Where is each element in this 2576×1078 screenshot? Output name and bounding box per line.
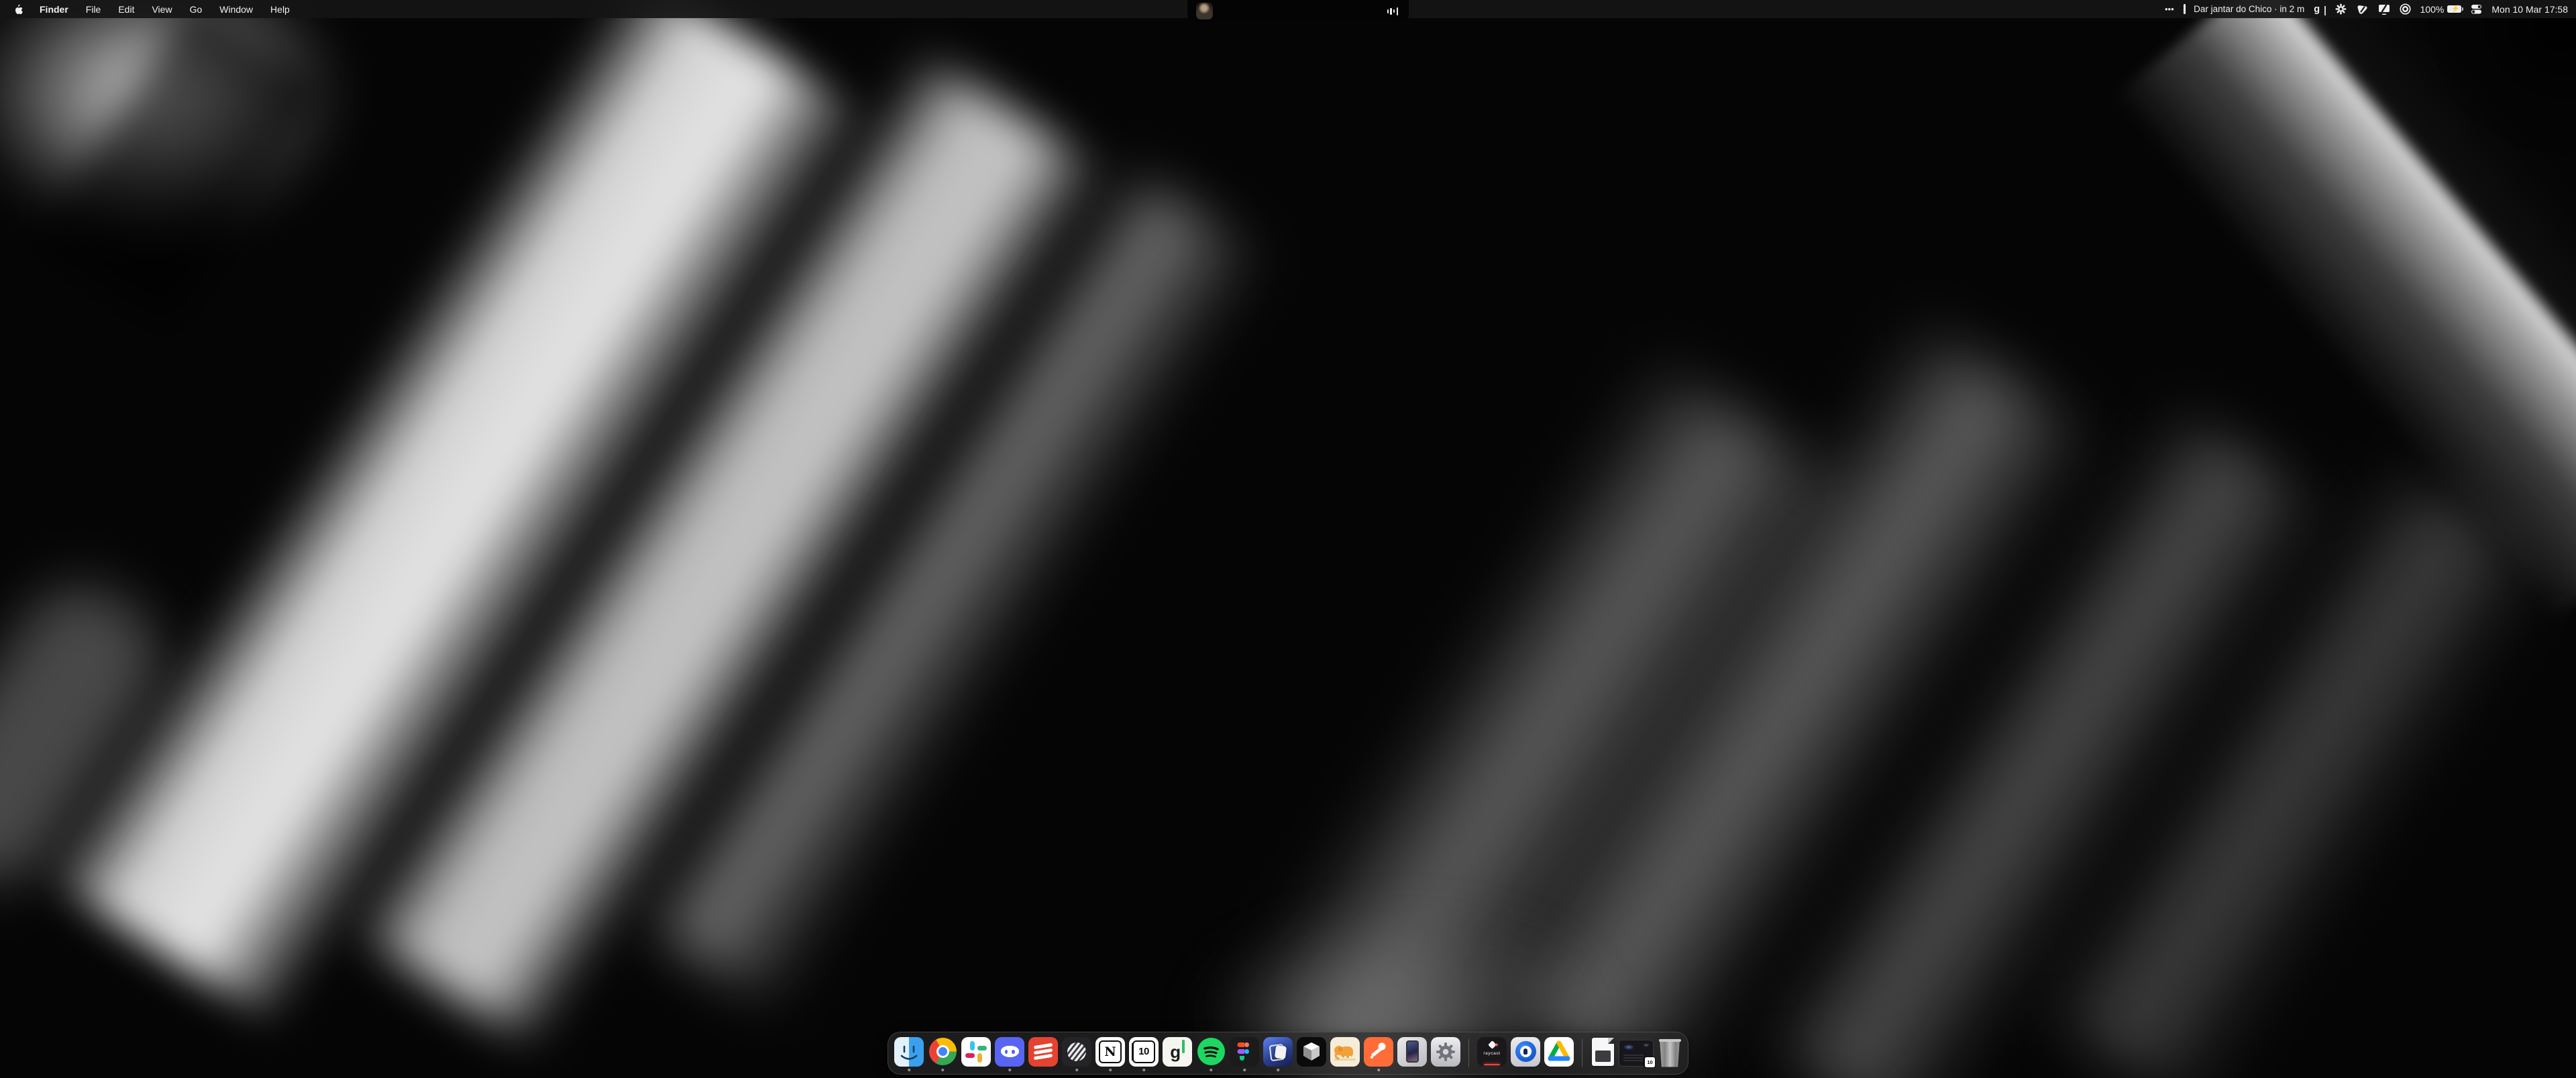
running-indicator — [1210, 1069, 1212, 1071]
onepassword-icon — [1511, 1037, 1540, 1067]
dock-item-notion[interactable]: N — [1095, 1035, 1125, 1072]
menu-go[interactable]: Go — [181, 0, 211, 18]
document-file-icon — [1592, 1038, 1614, 1066]
running-indicator — [908, 1069, 910, 1071]
audio-visualizer-icon — [1387, 0, 1398, 22]
calendar-event-item[interactable]: Dar jantar do Chico · in 2 m — [2184, 4, 2305, 14]
minimized-app-badge: 10 — [1644, 1057, 1656, 1068]
granola-glyph: g — [2314, 4, 2320, 15]
discord-icon — [995, 1037, 1024, 1067]
battery-status[interactable]: 100% ⚡ — [2420, 4, 2462, 15]
notion-calendar-icon: 10 — [1129, 1037, 1159, 1067]
system-settings-icon — [1431, 1037, 1460, 1067]
dock-item-postico[interactable] — [1330, 1035, 1360, 1072]
granola-cursor — [2324, 6, 2326, 15]
dock-item-trash[interactable] — [1658, 1035, 1682, 1072]
figma-icon — [1230, 1037, 1259, 1067]
dock-item-spotify[interactable] — [1196, 1035, 1226, 1072]
running-indicator — [1243, 1069, 1246, 1071]
menu-app-name[interactable]: Finder — [31, 0, 77, 18]
notch-widget[interactable] — [1187, 0, 1409, 22]
apple-icon — [13, 3, 23, 15]
menu-bar-status: ••• Dar jantar do Chico · in 2 m g 100% — [2165, 0, 2576, 18]
iphone-mirroring-icon — [1397, 1037, 1427, 1067]
chrome-icon — [928, 1037, 957, 1067]
postman-icon — [1364, 1037, 1393, 1067]
trash-icon — [1658, 1039, 1682, 1067]
notion-letter: N — [1099, 1040, 1122, 1063]
dock-item-notion-calendar[interactable]: 10 — [1129, 1035, 1159, 1072]
granola-cursor — [1182, 1040, 1185, 1053]
linear-icon — [1062, 1037, 1091, 1067]
burst-icon[interactable] — [2335, 3, 2347, 15]
dock: N 10 g — [888, 1032, 1688, 1075]
dock-item-linear[interactable] — [1062, 1035, 1091, 1072]
running-indicator — [1075, 1069, 1078, 1071]
dock-item-postman[interactable] — [1364, 1035, 1393, 1072]
flow-blob-icon[interactable] — [2356, 4, 2369, 15]
now-playing-album-art[interactable] — [1196, 3, 1213, 19]
postico-elephant-icon — [1330, 1037, 1360, 1067]
desktop: Finder File Edit View Go Window Help •••… — [0, 0, 2576, 1078]
dock-item-google-drive[interactable] — [1544, 1035, 1574, 1072]
dock-item-system-settings[interactable] — [1431, 1035, 1460, 1072]
finder-icon — [894, 1037, 924, 1067]
apple-menu[interactable] — [5, 0, 31, 18]
granola-icon: g — [1163, 1037, 1192, 1067]
blue-cards-app-icon — [1263, 1037, 1293, 1067]
menu-help[interactable]: Help — [262, 0, 299, 18]
slack-icon — [961, 1037, 991, 1067]
notion-icon: N — [1095, 1037, 1125, 1067]
dock-item-blue-cards-app[interactable] — [1263, 1035, 1293, 1072]
cube-3d-icon — [1297, 1037, 1326, 1067]
running-indicator — [1109, 1069, 1112, 1071]
running-indicator — [941, 1069, 944, 1071]
event-text: Dar jantar do Chico · in 2 m — [2194, 4, 2304, 14]
todoist-icon — [1028, 1037, 1058, 1067]
running-indicator — [1377, 1069, 1380, 1071]
wallpaper-dark-corner — [2428, 0, 2576, 154]
granola-menu-icon[interactable]: g — [2314, 4, 2325, 15]
battery-percent: 100% — [2420, 4, 2445, 15]
hidden-items-icon[interactable]: ••• — [2165, 4, 2174, 14]
dock-item-granola[interactable]: g — [1163, 1035, 1192, 1072]
dock-item-discord[interactable] — [995, 1035, 1024, 1072]
event-indicator-bar — [2184, 4, 2186, 14]
wallpaper — [0, 0, 2576, 1078]
dock-item-raycast[interactable]: raycast — [1477, 1035, 1507, 1072]
running-indicator — [1142, 1069, 1145, 1071]
google-drive-icon — [1544, 1037, 1574, 1067]
dock-separator — [1468, 1039, 1469, 1067]
running-indicator — [1277, 1069, 1279, 1071]
dock-item-figma[interactable] — [1230, 1035, 1259, 1072]
menu-edit[interactable]: Edit — [109, 0, 143, 18]
double-circle-icon[interactable] — [2400, 3, 2411, 15]
menu-file[interactable]: File — [77, 0, 110, 18]
running-indicator — [1008, 1069, 1011, 1071]
dock-item-slack[interactable] — [961, 1035, 991, 1072]
dock-item-chrome[interactable] — [928, 1035, 957, 1072]
dock-item-iphone-mirroring[interactable] — [1397, 1035, 1427, 1072]
menu-bar-clock[interactable]: Mon 10 Mar 17:58 — [2491, 4, 2568, 15]
battery-icon: ⚡ — [2447, 5, 2461, 13]
raycast-icon: raycast — [1477, 1037, 1507, 1067]
notion-calendar-date: 10 — [1132, 1040, 1155, 1063]
dock-item-minimized-window[interactable]: 10 — [1619, 1035, 1654, 1072]
dock-item-black-cube-app[interactable] — [1297, 1035, 1326, 1072]
dock-item-todoist[interactable] — [1028, 1035, 1058, 1072]
control-center-icon[interactable] — [2471, 4, 2482, 14]
menu-bar-left: Finder File Edit View Go Window Help — [0, 0, 299, 18]
menu-view[interactable]: View — [143, 0, 180, 18]
menu-window[interactable]: Window — [211, 0, 262, 18]
dock-item-document-file[interactable] — [1591, 1035, 1615, 1072]
dock-item-1password[interactable] — [1511, 1035, 1540, 1072]
minimized-window-thumbnail: 10 — [1619, 1040, 1654, 1067]
spotify-icon — [1196, 1037, 1226, 1067]
display-icon[interactable] — [2378, 4, 2390, 15]
charging-bolt-icon: ⚡ — [2451, 5, 2459, 13]
raycast-label: raycast — [1483, 1051, 1500, 1056]
dock-item-finder[interactable] — [894, 1035, 924, 1072]
